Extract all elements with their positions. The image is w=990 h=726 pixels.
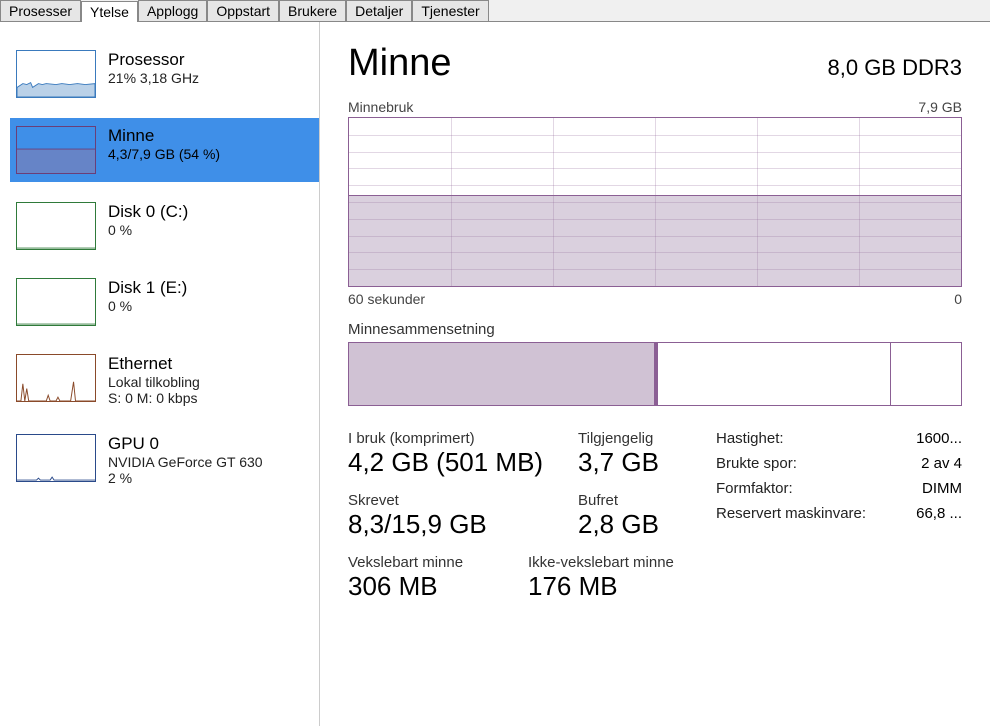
memory-composition-chart [348, 342, 962, 406]
kv-val-speed: 1600... [916, 430, 962, 447]
stat-committed-label: Skrevet [348, 492, 578, 509]
sidebar-item-label: Prosessor [108, 50, 199, 70]
tab-detaljer[interactable]: Detaljer [346, 0, 412, 21]
kv-key-reserved: Reservert maskinvare: [716, 505, 866, 522]
kv-val-form: DIMM [922, 480, 962, 497]
sidebar-item-sub: 0 % [108, 222, 188, 238]
stat-committed-value: 8,3/15,9 GB [348, 509, 578, 540]
sidebar-item-sub: 21% 3,18 GHz [108, 70, 199, 86]
kv-val-slots: 2 av 4 [921, 455, 962, 472]
page-title: Minne [348, 42, 452, 85]
stat-inuse-label: I bruk (komprimert) [348, 430, 578, 447]
sidebar-item-sub2: 2 % [108, 470, 263, 486]
stat-cached-value: 2,8 GB [578, 509, 659, 540]
composition-segment-inuse [349, 343, 658, 405]
tab-prosesser[interactable]: Prosesser [0, 0, 81, 21]
main-panel: Minne 8,0 GB DDR3 Minnebruk 7,9 GB [320, 22, 990, 726]
chart-label-right: 7,9 GB [918, 99, 962, 115]
sidebar: Prosessor 21% 3,18 GHz Minne 4,3/7,9 GB … [0, 22, 320, 726]
sidebar-item-label: Disk 0 (C:) [108, 202, 188, 222]
kv-val-reserved: 66,8 ... [916, 505, 962, 522]
tab-oppstart[interactable]: Oppstart [207, 0, 279, 21]
sidebar-item-label: Ethernet [108, 354, 200, 374]
tab-bar: Prosesser Ytelse Applogg Oppstart Bruker… [0, 0, 990, 22]
composition-label: Minnesammensetning [348, 321, 962, 338]
sidebar-item-gpu[interactable]: GPU 0 NVIDIA GeForce GT 630 2 % [10, 426, 319, 494]
sidebar-item-sub: 0 % [108, 298, 187, 314]
tab-tjenester[interactable]: Tjenester [412, 0, 488, 21]
sidebar-item-sub: Lokal tilkobling [108, 374, 200, 390]
cpu-thumbnail-chart [16, 50, 96, 98]
sidebar-item-memory[interactable]: Minne 4,3/7,9 GB (54 %) [10, 118, 319, 182]
sidebar-item-sub: NVIDIA GeForce GT 630 [108, 454, 263, 470]
disk0-thumbnail-chart [16, 202, 96, 250]
gpu-thumbnail-chart [16, 434, 96, 482]
stat-paged-value: 306 MB [348, 571, 528, 602]
memory-thumbnail-chart [16, 126, 96, 174]
stat-available-value: 3,7 GB [578, 447, 659, 478]
tab-applogg[interactable]: Applogg [138, 0, 207, 21]
kv-key-speed: Hastighet: [716, 430, 784, 447]
sidebar-item-disk1[interactable]: Disk 1 (E:) 0 % [10, 270, 319, 334]
stat-nonpaged-value: 176 MB [528, 571, 674, 602]
sidebar-item-label: Minne [108, 126, 220, 146]
composition-segment-cached [658, 343, 891, 405]
stat-available-label: Tilgjengelig [578, 430, 659, 447]
axis-left: 60 sekunder [348, 291, 425, 307]
sidebar-item-label: Disk 1 (E:) [108, 278, 187, 298]
stat-inuse-value: 4,2 GB (501 MB) [348, 447, 578, 478]
disk1-thumbnail-chart [16, 278, 96, 326]
axis-right: 0 [954, 291, 962, 307]
sidebar-item-ethernet[interactable]: Ethernet Lokal tilkobling S: 0 M: 0 kbps [10, 346, 319, 414]
memory-spec: 8,0 GB DDR3 [828, 55, 963, 81]
sidebar-item-label: GPU 0 [108, 434, 263, 454]
memory-usage-chart [348, 117, 962, 287]
kv-key-slots: Brukte spor: [716, 455, 797, 472]
stat-paged-label: Vekslebart minne [348, 554, 528, 571]
composition-segment-free [891, 343, 961, 405]
ethernet-thumbnail-chart [16, 354, 96, 402]
kv-key-form: Formfaktor: [716, 480, 793, 497]
stat-nonpaged-label: Ikke-vekslebart minne [528, 554, 674, 571]
memory-details-table: Hastighet: 1600... Brukte spor: 2 av 4 F… [716, 430, 962, 522]
tab-ytelse[interactable]: Ytelse [81, 1, 138, 22]
sidebar-item-sub: 4,3/7,9 GB (54 %) [108, 146, 220, 162]
chart-label-left: Minnebruk [348, 99, 413, 115]
sidebar-item-cpu[interactable]: Prosessor 21% 3,18 GHz [10, 42, 319, 106]
tab-brukere[interactable]: Brukere [279, 0, 346, 21]
stat-cached-label: Bufret [578, 492, 659, 509]
sidebar-item-sub2: S: 0 M: 0 kbps [108, 390, 200, 406]
sidebar-item-disk0[interactable]: Disk 0 (C:) 0 % [10, 194, 319, 258]
